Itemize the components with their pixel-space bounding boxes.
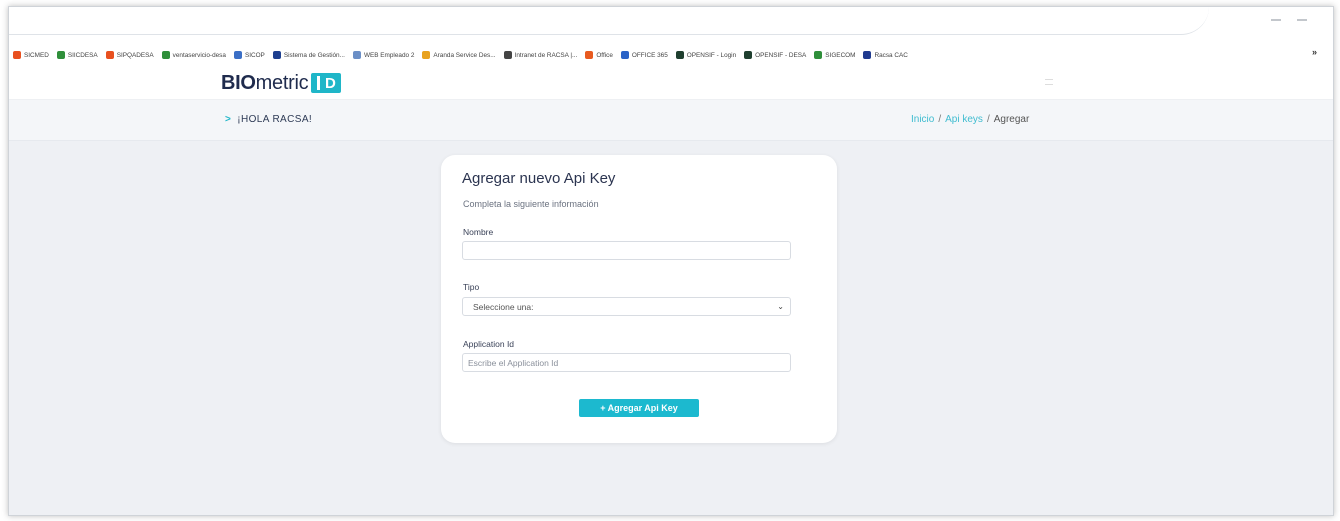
bookmarks-overflow-button[interactable]: » (1312, 47, 1317, 57)
brand-logo-thin: metric (255, 71, 309, 94)
breadcrumb-separator: / (986, 114, 990, 125)
bookmark-favicon-icon (814, 51, 823, 59)
bookmark-label: SICMED (24, 51, 49, 59)
breadcrumb-api-keys-link[interactable]: Api keys (945, 114, 983, 125)
bookmark-item[interactable]: OFFICE 365 (620, 51, 668, 59)
bookmark-item[interactable]: Aranda Service Des... (422, 51, 496, 59)
bookmark-label: Aranda Service Des... (433, 51, 496, 59)
breadcrumb-current: Agregar (993, 114, 1030, 125)
tipo-selected-value: Seleccione una: (473, 301, 534, 312)
brand-logo-id-letter: D (325, 74, 336, 92)
bookmark-favicon-icon (352, 51, 361, 59)
maximize-icon[interactable] (1297, 19, 1307, 21)
form-title: Agregar nuevo Api Key (462, 170, 616, 187)
bookmark-favicon-icon (503, 51, 512, 59)
add-api-key-card: Agregar nuevo Api Key Completa la siguie… (441, 155, 837, 443)
bookmark-item[interactable]: Racsa CAC (863, 51, 908, 59)
bookmark-favicon-icon (422, 51, 431, 59)
bookmark-item[interactable]: SIPQADESA (105, 51, 154, 59)
browser-window: SICMED SIICDESA SIPQADESA ventaservicio-des… (8, 6, 1334, 516)
bookmark-item[interactable]: Intranet de RACSA |... (503, 51, 578, 59)
form-subtitle: Completa la siguiente información (463, 199, 599, 209)
tipo-select[interactable]: Seleccione una: ⌄ (462, 297, 791, 316)
bookmark-item[interactable]: SIICDESA (56, 51, 98, 59)
bookmark-label: SICOP (244, 51, 265, 59)
nombre-label: Nombre (463, 227, 494, 237)
bookmark-favicon-icon (13, 51, 21, 59)
bookmark-label: SIPQADESA (116, 51, 154, 59)
breadcrumb-home-link[interactable]: Inicio (911, 114, 934, 125)
bookmark-label: WEB Empleado 2 (363, 51, 415, 59)
bookmark-item[interactable]: SICMED (13, 51, 49, 59)
brand-logo-id-box: D (311, 73, 342, 93)
minimize-icon[interactable] (1271, 19, 1281, 21)
bookmark-favicon-icon (272, 51, 281, 59)
brand-logo-id-bar (317, 76, 321, 90)
tab-strip (9, 7, 1333, 37)
bookmark-label: ventaservicio-desa (172, 51, 226, 59)
menu-toggle-icon[interactable] (1045, 79, 1053, 85)
tipo-label: Tipo (463, 282, 480, 292)
bookmark-favicon-icon (105, 51, 114, 59)
bookmark-label: OFFICE 365 (631, 51, 668, 59)
bookmark-favicon-icon (863, 51, 872, 59)
add-api-key-button[interactable]: + Agregar Api Key (579, 399, 699, 417)
nombre-field[interactable] (462, 241, 791, 260)
bookmark-favicon-icon (744, 51, 753, 59)
bookmark-item[interactable]: Office (585, 51, 613, 59)
bookmark-item[interactable]: Sistema de Gestión... (272, 51, 345, 59)
bookmark-label: SIICDESA (67, 51, 98, 59)
bookmark-label: Office (596, 51, 613, 59)
bookmark-item[interactable]: WEB Empleado 2 (352, 51, 415, 59)
bookmark-favicon-icon (56, 51, 65, 59)
application-id-field[interactable] (462, 353, 791, 372)
bookmark-label: OPENSIF - DESA (755, 51, 807, 59)
chevron-down-icon: ⌄ (777, 302, 784, 311)
greeting: > ¡HOLA RACSA! (225, 114, 312, 125)
bookmark-label: OPENSIF - Login (686, 51, 737, 59)
nombre-input[interactable] (468, 242, 790, 259)
application-id-input[interactable] (468, 354, 790, 371)
bookmark-favicon-icon (620, 51, 629, 59)
bookmark-label: Intranet de RACSA |... (514, 51, 578, 59)
tab-strip-bar (9, 7, 1209, 35)
bookmark-label: Racsa CAC (874, 51, 908, 59)
bookmark-favicon-icon (233, 51, 242, 59)
bookmarks-bar: SICMED SIICDESA SIPQADESA ventaservicio-des… (9, 47, 1333, 63)
breadcrumb: Inicio / Api keys / Agregar (911, 114, 1029, 125)
bookmark-favicon-icon (675, 51, 684, 59)
chevron-right-icon: > (225, 114, 232, 125)
bookmark-label: SIGECOM (825, 51, 856, 59)
application-id-label: Application Id (463, 339, 515, 349)
bookmark-favicon-icon (161, 51, 170, 59)
bookmark-favicon-icon (585, 51, 594, 59)
breadcrumb-separator: / (938, 114, 942, 125)
bookmark-item[interactable]: OPENSIF - DESA (744, 51, 806, 59)
brand-logo-bold: BIO (221, 71, 256, 94)
main-content: Agregar nuevo Api Key Completa la siguie… (9, 141, 1333, 515)
bookmark-item[interactable]: SIGECOM (814, 51, 855, 59)
bookmark-item[interactable]: ventaservicio-desa (161, 51, 226, 59)
greeting-text: ¡HOLA RACSA! (237, 114, 313, 125)
brand-logo[interactable]: BIO metric D (221, 70, 342, 96)
page-subheader: > ¡HOLA RACSA! Inicio / Api keys / Agreg… (9, 99, 1333, 141)
bookmark-item[interactable]: OPENSIF - Login (675, 51, 737, 59)
bookmark-label: Sistema de Gestión... (283, 51, 345, 59)
bookmark-item[interactable]: SICOP (233, 51, 265, 59)
